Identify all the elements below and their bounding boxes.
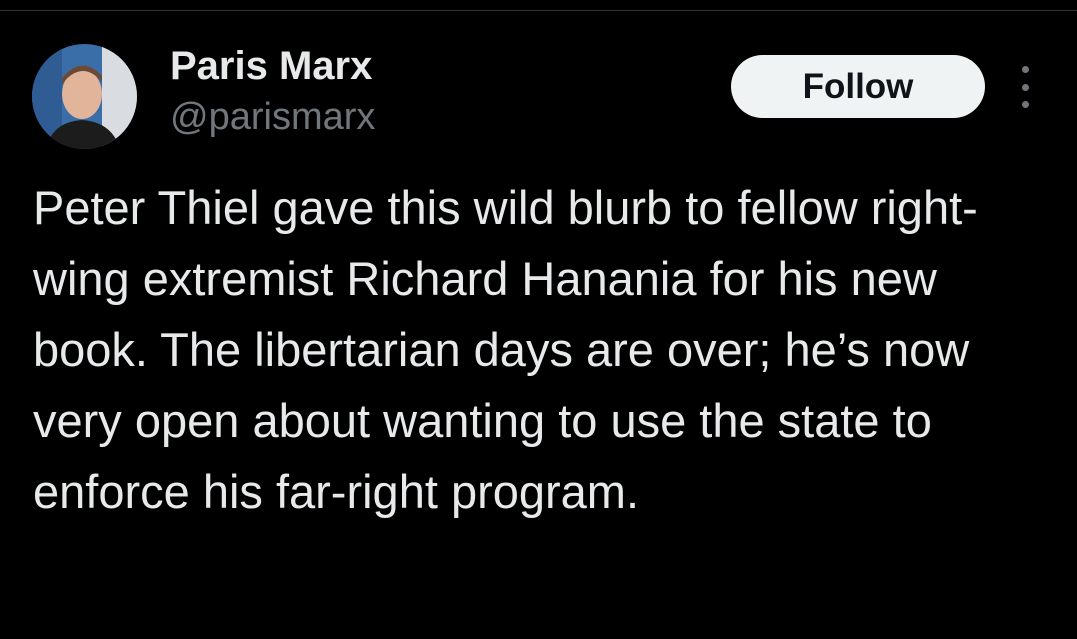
more-dot xyxy=(1021,66,1029,73)
author-display-name[interactable]: Paris Marx xyxy=(170,40,375,92)
more-dot xyxy=(1021,83,1029,91)
avatar-photo-icon xyxy=(32,44,137,149)
avatar[interactable] xyxy=(32,44,137,149)
more-options-icon[interactable] xyxy=(1010,66,1040,108)
author-handle[interactable]: @parismarx xyxy=(170,92,375,142)
tweet-author: Paris Marx @parismarx xyxy=(170,40,375,142)
top-divider xyxy=(0,10,1077,11)
follow-button[interactable]: Follow xyxy=(731,55,985,118)
more-dot xyxy=(1021,101,1029,108)
tweet-text: Peter Thiel gave this wild blurb to fell… xyxy=(33,181,978,518)
